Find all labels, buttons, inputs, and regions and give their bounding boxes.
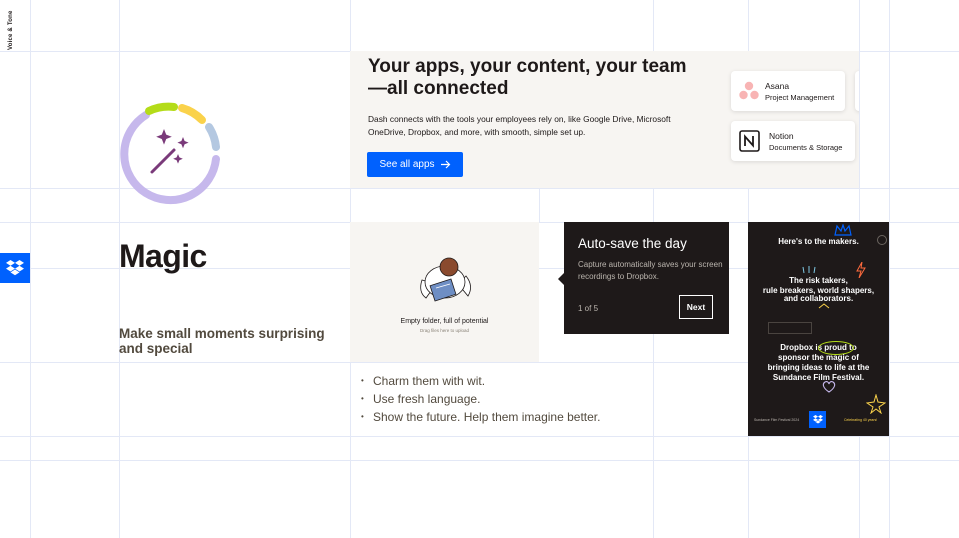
app-card-partial[interactable]	[855, 71, 859, 111]
app-card-asana[interactable]: Asana Project Management	[731, 71, 845, 111]
dropbox-logo-icon	[6, 260, 24, 276]
app-description: Documents & Storage	[769, 143, 843, 152]
section-label-text: Voice & Tone	[8, 10, 14, 50]
app-card-notion[interactable]: Notion Documents & Storage	[731, 121, 855, 161]
spark-doodle-icon	[802, 266, 816, 274]
crown-doodle-icon	[834, 224, 852, 236]
grid-line	[0, 460, 959, 461]
section-label: Voice & Tone	[6, 10, 20, 52]
grid-line	[539, 188, 540, 222]
see-all-apps-button[interactable]: See all apps	[367, 152, 463, 177]
sundance-poster: Here's to the makers. The risk takers, r…	[748, 222, 889, 436]
empty-folder-illustration	[420, 257, 471, 302]
heart-doodle-icon	[822, 381, 836, 393]
poster-line: bringing ideas to life at the	[767, 363, 870, 372]
tooltip-title: Auto-save the day	[578, 236, 687, 251]
app-name: Asana	[765, 81, 790, 91]
list-item: Use fresh language.	[361, 390, 600, 408]
grid-line	[889, 0, 890, 538]
poster-footer-right: Celebrating 40 years!	[844, 418, 878, 422]
poster-heading: Here's to the makers.	[778, 237, 859, 246]
integrations-description: Dash connects with the tools your employ…	[368, 114, 671, 137]
asana-logo-icon	[739, 81, 759, 100]
page-title: Magic	[119, 238, 207, 274]
star-doodle-icon	[866, 394, 886, 414]
integrations-panel: Your apps, your content, your team—all c…	[350, 51, 859, 188]
dropbox-logo-badge	[0, 253, 30, 283]
empty-folder-panel[interactable]: Empty folder, full of potential Drag fil…	[350, 222, 539, 362]
notion-logo-icon	[739, 130, 760, 152]
arrow-right-icon	[440, 160, 450, 169]
poster-line: Sundance Film Festival.	[772, 373, 865, 382]
empty-state-hint: Drag files here to upload	[419, 328, 470, 333]
poster-line: The risk takers,	[789, 276, 848, 285]
tooltip-next-button[interactable]: Next	[679, 295, 713, 319]
chevron-doodle-icon	[818, 303, 830, 309]
poster-line: sponsor the magic of	[778, 353, 859, 362]
guideline-list: Charm them with wit. Use fresh language.…	[361, 372, 600, 426]
see-all-apps-label: See all apps	[379, 159, 435, 170]
app-description: Project Management	[765, 93, 835, 102]
empty-state-title: Empty folder, full of potential	[400, 318, 489, 325]
dropbox-logo-icon	[812, 415, 823, 424]
tooltip-step-counter: 1 of 5	[578, 304, 599, 313]
grid-line	[0, 436, 959, 437]
poster-footer-left: Sundance Film Festival 2024	[754, 418, 800, 422]
poster-dropbox-logo	[809, 411, 826, 428]
tooltip-body: Capture automatically saves your screen …	[578, 260, 723, 281]
grid-line	[30, 0, 31, 538]
list-item: Show the future. Help them imagine bette…	[361, 408, 600, 426]
app-name: Notion	[769, 131, 794, 141]
magic-icon	[120, 102, 220, 205]
integrations-heading: Your apps, your content, your team—all c…	[368, 56, 687, 99]
list-item: Charm them with wit.	[361, 372, 600, 390]
onboarding-tooltip: Auto-save the day Capture automatically …	[564, 222, 729, 334]
doodle-frame	[768, 322, 812, 334]
page-subtitle: Make small moments surprising and specia…	[119, 326, 325, 356]
